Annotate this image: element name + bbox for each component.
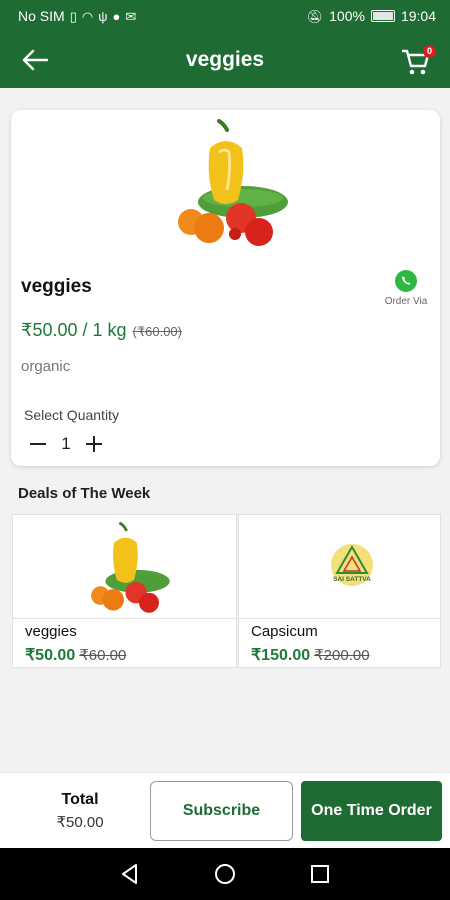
- deal-image-frame: [13, 515, 236, 619]
- wifi-icon: ◠: [81, 8, 94, 24]
- mail-icon: ✉: [125, 8, 137, 24]
- deal-image: [91, 522, 170, 613]
- deal-old-price: ₹60.00: [79, 647, 127, 664]
- total-label: Total: [61, 791, 99, 808]
- deal-price: ₹150.00: [251, 647, 311, 664]
- product-card: veggies Order Via ₹50.00 / 1 kg (₹60.00)…: [11, 110, 440, 466]
- product-description: organic: [21, 358, 71, 375]
- increase-quantity-button[interactable]: [83, 433, 105, 455]
- whatsapp-icon: [395, 270, 417, 292]
- usb-icon: ψ: [98, 8, 108, 24]
- one-time-order-button[interactable]: One Time Order: [301, 781, 442, 841]
- price-row: ₹50.00 / 1 kg (₹60.00): [21, 320, 182, 341]
- total-box: Total ₹50.00: [30, 791, 130, 831]
- decrease-quantity-button[interactable]: [27, 433, 49, 455]
- minus-icon: [30, 443, 46, 445]
- back-button[interactable]: [18, 44, 52, 76]
- plus-icon: [86, 436, 102, 452]
- deals-section-title: Deals of The Week: [18, 485, 151, 502]
- nav-back-icon: [122, 864, 137, 884]
- total-value: ₹50.00: [56, 814, 104, 831]
- shield-icon: ●: [112, 8, 121, 24]
- checkout-bar: Total ₹50.00 Subscribe One Time Order: [0, 772, 450, 848]
- product-image: [178, 119, 288, 246]
- deal-price: ₹50.00: [25, 647, 76, 664]
- product-price: ₹50.00 / 1 kg: [21, 320, 127, 340]
- deal-name: Capsicum: [251, 623, 318, 640]
- nav-recents-button[interactable]: [308, 862, 332, 886]
- deal-card-veggies[interactable]: veggies ₹50.00 ₹60.00: [12, 514, 237, 668]
- status-bar: No SIM ▯ ◠ ψ ● ✉ 🔕︎ 100% 19:04: [0, 0, 450, 32]
- deal-card-capsicum[interactable]: SAI SATTVA Capsicum ₹150.00 ₹200.00: [238, 514, 441, 668]
- product-name: veggies: [21, 276, 92, 297]
- clock: 19:04: [400, 8, 436, 24]
- sai-sattva-logo: SAI SATTVA: [331, 544, 373, 586]
- battery-percent: 100%: [329, 8, 365, 24]
- nav-home-icon: [215, 864, 235, 884]
- system-nav-bar: [0, 848, 450, 900]
- arrow-left-icon: [22, 49, 49, 71]
- deal-price-row: ₹150.00 ₹200.00: [251, 645, 370, 665]
- quantity-label: Select Quantity: [24, 407, 119, 423]
- logo-text: SAI SATTVA: [333, 576, 371, 583]
- deal-price-row: ₹50.00 ₹60.00: [25, 645, 126, 665]
- battery-icon: [370, 10, 395, 22]
- app-bar: veggies 0: [0, 32, 450, 88]
- deal-name: veggies: [25, 623, 77, 640]
- sim-icon: ▯: [69, 8, 77, 24]
- product-old-price: (₹60.00): [132, 324, 182, 339]
- page-title: veggies: [185, 48, 265, 71]
- order-via-label: Order Via: [384, 296, 428, 307]
- mute-icon: 🔕︎: [306, 8, 324, 24]
- nav-back-button[interactable]: [118, 862, 142, 886]
- deal-image-frame: SAI SATTVA: [239, 515, 440, 619]
- nav-recents-icon: [311, 865, 329, 883]
- cart-count-badge: 0: [423, 45, 436, 58]
- subscribe-button[interactable]: Subscribe: [150, 781, 293, 841]
- quantity-value: 1: [61, 434, 71, 453]
- nav-home-button[interactable]: [213, 862, 237, 886]
- whatsapp-order-button[interactable]: Order Via: [384, 270, 428, 307]
- cart-button[interactable]: 0: [400, 42, 436, 78]
- carrier-label: No SIM: [18, 8, 65, 24]
- deal-old-price: ₹200.00: [314, 647, 370, 664]
- quantity-stepper: 1: [27, 433, 105, 455]
